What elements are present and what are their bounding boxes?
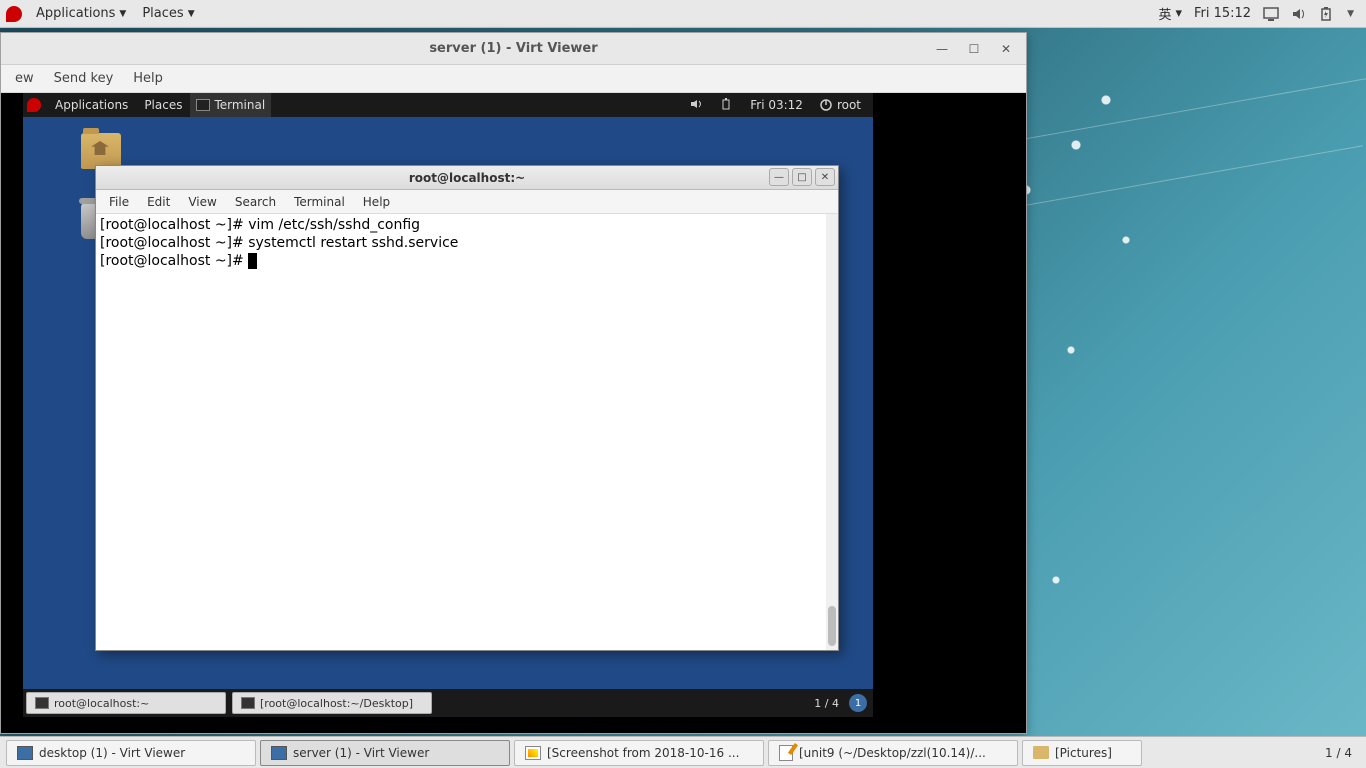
host-taskbar: desktop (1) - Virt Viewer server (1) - V… <box>0 736 1366 768</box>
host-clock[interactable]: Fri 15:12 <box>1188 6 1257 21</box>
terminal-scrollbar[interactable] <box>826 214 838 650</box>
guest-terminal-window: root@localhost:~ — □ ✕ File Edit View Se… <box>95 165 839 651</box>
label: [Screenshot from 2018-10-16 ... <box>547 746 739 760</box>
display-icon[interactable] <box>1257 6 1285 22</box>
host-top-panel: Applications ▼ Places ▼ 英 ▾ Fri 15:12 ▼ <box>0 0 1366 28</box>
host-workspace-indicator[interactable]: 1 / 4 <box>1315 746 1362 760</box>
chevron-down-icon: ▾ <box>1175 6 1182 21</box>
menu-view[interactable]: View <box>179 195 225 209</box>
virt-viewer-titlebar[interactable]: server (1) - Virt Viewer — ☐ ✕ <box>1 33 1026 65</box>
label: root@localhost:~ <box>54 697 149 710</box>
vm-display-viewport[interactable]: Applications Places Terminal Fri 03:12 r… <box>1 93 1026 733</box>
chevron-down-icon: ▼ <box>119 9 126 19</box>
terminal-line: [root@localhost ~]# <box>100 252 834 270</box>
label: root <box>837 98 861 112</box>
cursor-icon <box>248 253 257 269</box>
guest-clock[interactable]: Fri 03:12 <box>742 98 811 112</box>
terminal-icon <box>196 99 210 111</box>
host-task-screenshot[interactable]: [Screenshot from 2018-10-16 ... <box>514 740 764 766</box>
text-editor-icon <box>779 745 793 761</box>
label: Places <box>142 6 183 21</box>
monitor-icon <box>271 746 287 760</box>
label: [Pictures] <box>1055 746 1112 760</box>
menu-edit[interactable]: Edit <box>138 195 179 209</box>
guest-taskbar: root@localhost:~ [root@localhost:~/Deskt… <box>23 689 873 717</box>
guest-task-terminal-2[interactable]: [root@localhost:~/Desktop] <box>232 692 432 714</box>
redhat-icon <box>27 98 41 112</box>
close-button[interactable]: ✕ <box>990 37 1022 61</box>
label: Terminal <box>214 98 265 112</box>
monitor-icon <box>17 746 33 760</box>
label: [root@localhost:~/Desktop] <box>260 697 413 710</box>
battery-icon[interactable] <box>712 97 742 114</box>
guest-top-panel: Applications Places Terminal Fri 03:12 r… <box>23 93 873 117</box>
terminal-titlebar[interactable]: root@localhost:~ — □ ✕ <box>96 166 838 190</box>
volume-icon[interactable] <box>682 97 712 114</box>
menu-file[interactable]: File <box>100 195 138 209</box>
battery-icon[interactable] <box>1313 6 1341 22</box>
window-title: root@localhost:~ <box>409 171 525 185</box>
guest-user-menu[interactable]: root <box>811 98 869 112</box>
folder-icon <box>81 133 121 169</box>
minimize-button[interactable]: — <box>926 37 958 61</box>
close-button[interactable]: ✕ <box>815 168 835 186</box>
redhat-icon <box>6 6 22 22</box>
guest-terminal-launcher[interactable]: Terminal <box>190 93 271 117</box>
menu-help[interactable]: Help <box>354 195 399 209</box>
label: server (1) - Virt Viewer <box>293 746 429 760</box>
menu-help[interactable]: Help <box>123 71 173 86</box>
host-places-menu[interactable]: Places ▼ <box>134 6 202 21</box>
label: desktop (1) - Virt Viewer <box>39 746 185 760</box>
terminal-menubar: File Edit View Search Terminal Help <box>96 190 838 214</box>
guest-desktop: Applications Places Terminal Fri 03:12 r… <box>23 93 873 717</box>
terminal-line: [root@localhost ~]# systemctl restart ss… <box>100 234 834 252</box>
menu-terminal[interactable]: Terminal <box>285 195 354 209</box>
menu-search[interactable]: Search <box>226 195 285 209</box>
image-icon <box>525 746 541 760</box>
power-icon <box>819 98 833 112</box>
volume-icon[interactable] <box>1285 6 1313 22</box>
virt-viewer-window: server (1) - Virt Viewer — ☐ ✕ ew Send k… <box>0 32 1027 734</box>
label: [unit9 (~/Desktop/zzl(10.14)/... <box>799 746 986 760</box>
label: Applications <box>36 6 115 21</box>
maximize-button[interactable]: ☐ <box>958 37 990 61</box>
input-method-indicator[interactable]: 英 ▾ <box>1152 4 1188 23</box>
terminal-body[interactable]: [root@localhost ~]# vim /etc/ssh/sshd_co… <box>96 214 838 650</box>
label: Fri 15:12 <box>1194 6 1251 21</box>
folder-icon <box>1033 746 1049 759</box>
guest-workspace-indicator[interactable]: 1 / 4 <box>804 697 849 710</box>
guest-workspace-badge[interactable]: 1 <box>849 694 867 712</box>
chevron-down-icon: ▼ <box>188 9 195 19</box>
wallpaper-lines <box>1016 60 1366 560</box>
terminal-line: [root@localhost ~]# vim /etc/ssh/sshd_co… <box>100 216 834 234</box>
minimize-button[interactable]: — <box>769 168 789 186</box>
guest-task-terminal-1[interactable]: root@localhost:~ <box>26 692 226 714</box>
label: 英 <box>1158 4 1171 23</box>
host-task-editor[interactable]: [unit9 (~/Desktop/zzl(10.14)/... <box>768 740 1018 766</box>
terminal-icon <box>35 697 49 709</box>
host-task-pictures[interactable]: [Pictures] <box>1022 740 1142 766</box>
terminal-icon <box>241 697 255 709</box>
host-task-desktop-virt[interactable]: desktop (1) - Virt Viewer <box>6 740 256 766</box>
scrollbar-thumb[interactable] <box>828 606 836 646</box>
chevron-down-icon[interactable]: ▼ <box>1341 9 1360 19</box>
host-applications-menu[interactable]: Applications ▼ <box>28 6 134 21</box>
window-title: server (1) - Virt Viewer <box>429 41 597 56</box>
menu-sendkey[interactable]: Send key <box>44 71 124 86</box>
guest-applications-menu[interactable]: Applications <box>47 98 136 112</box>
guest-places-menu[interactable]: Places <box>136 98 190 112</box>
maximize-button[interactable]: □ <box>792 168 812 186</box>
host-task-server-virt[interactable]: server (1) - Virt Viewer <box>260 740 510 766</box>
virt-viewer-menubar: ew Send key Help <box>1 65 1026 93</box>
menu-view-truncated[interactable]: ew <box>5 71 44 86</box>
